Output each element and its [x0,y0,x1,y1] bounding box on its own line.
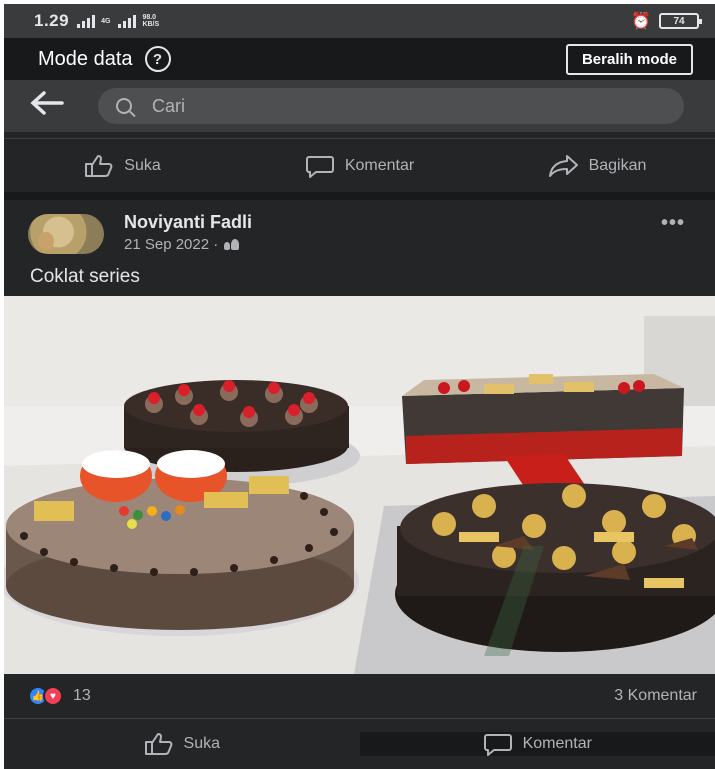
more-options-icon[interactable]: ••• [661,212,685,235]
data-mode-title: Mode data [38,47,133,70]
like-button[interactable]: Suka [4,154,241,178]
signal-icon-2 [118,14,137,28]
post-meta: 21 Sep 2022 · [124,236,240,253]
comment-icon [483,734,512,756]
friends-icon [224,239,240,250]
post-header: Noviyanti Fadli 21 Sep 2022 · ••• Coklat… [4,200,715,296]
post-photo[interactable] [4,296,715,674]
post-comment-label: Komentar [522,735,592,752]
post-date[interactable]: 21 Sep 2022 · [124,236,218,253]
post-like-label: Suka [183,735,220,752]
status-right: ⏰ 74 [631,11,702,31]
network-speed: 98.0 KB/S [142,14,160,28]
like-icon [144,733,172,755]
reactions-summary: 👍 ♥ 13 3 Komentar [4,674,715,718]
alarm-icon: ⏰ [631,13,651,30]
post-caption: Coklat series [30,266,140,287]
battery-icon: 74 [659,13,702,29]
love-reaction-icon: ♥ [43,686,63,706]
search-bar: Cari [4,80,715,132]
post-author[interactable]: Noviyanti Fadli [124,212,252,233]
previous-post-actions: Suka Komentar Bagikan [4,138,715,192]
avatar[interactable] [28,214,104,254]
search-placeholder: Cari [152,95,186,116]
reaction-icons[interactable]: 👍 ♥ [28,686,63,706]
feed-divider [4,192,715,200]
cake-photo-illustration [4,296,715,674]
app-screen: 1.29 4G 98.0 KB/S ⏰ 74 Mode data ? Berali… [4,4,715,769]
signal-icon [77,14,96,28]
share-icon [548,154,578,177]
share-label: Bagikan [588,156,647,174]
data-mode-bar: Mode data ? Beralih mode [4,38,715,80]
search-icon [116,98,132,114]
clock: 1.29 [34,11,70,30]
reaction-count[interactable]: 13 [73,687,91,705]
post-comment-button[interactable]: Komentar [359,732,715,756]
share-button[interactable]: Bagikan [478,154,715,178]
post-actions: Suka Komentar [4,718,715,769]
network-type: 4G [101,17,111,25]
switch-mode-button[interactable]: Beralih mode [565,43,693,75]
comment-count[interactable]: 3 Komentar [614,687,697,705]
like-icon [85,154,113,177]
back-arrow-icon[interactable] [30,89,76,123]
post-like-button[interactable]: Suka [4,732,360,756]
search-input[interactable]: Cari [98,88,684,124]
status-bar: 1.29 4G 98.0 KB/S ⏰ 74 [4,4,715,38]
help-icon[interactable]: ? [144,46,171,72]
like-label: Suka [124,156,161,174]
comment-label: Komentar [344,156,415,174]
comment-icon [305,155,334,178]
comment-button[interactable]: Komentar [241,154,478,178]
